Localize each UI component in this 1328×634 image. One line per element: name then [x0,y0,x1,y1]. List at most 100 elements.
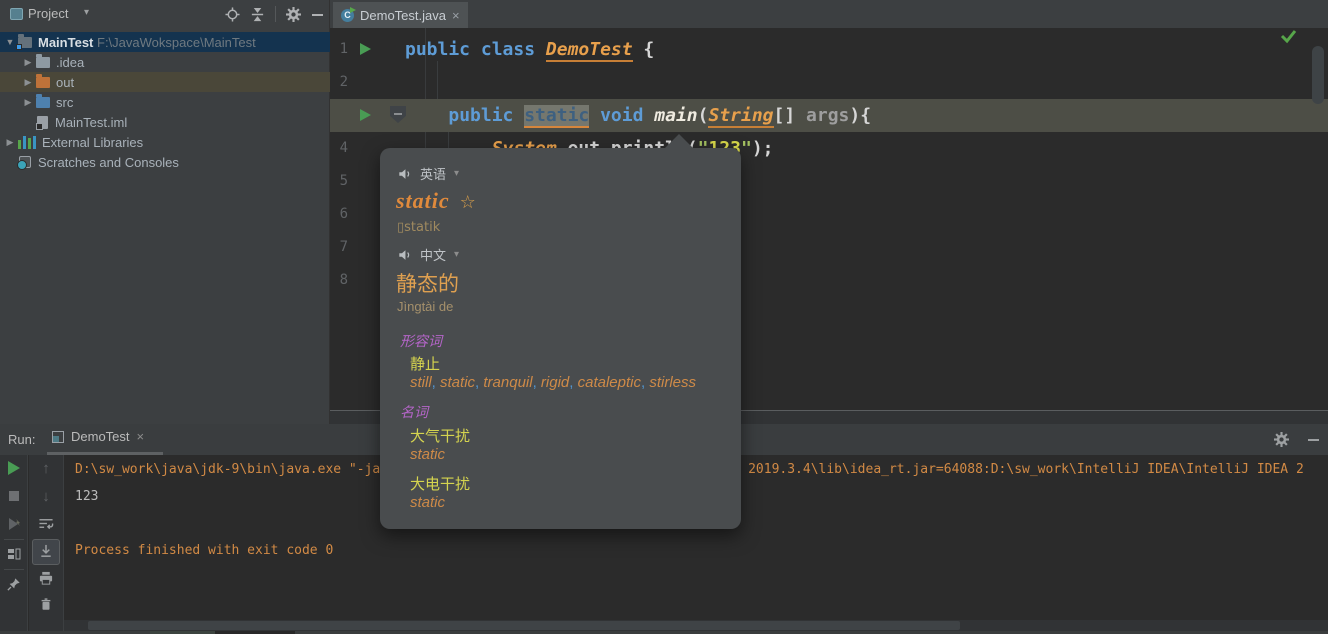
tree-item-label: out [56,75,74,90]
up-stack-trace-icon[interactable]: ↑ [42,460,50,477]
dict-entry-synonyms: still, static, tranquil, rigid, catalept… [410,374,696,391]
tree-item-label: MainTest [38,35,93,50]
translation-popup: 英语 ▾ static ☆ ▯statik 中文 ▾ 静态的 Jìngtài de… [380,148,741,529]
tree-item-label: src [56,95,73,110]
tree-item-label: MainTest.iml [55,115,127,130]
run-label: Run: [8,432,35,447]
rerun-failed-icon[interactable] [7,517,21,531]
tab-demotest-java[interactable]: C DemoTest.java × [333,2,468,28]
dict-entry-word: 大气干扰 [410,425,470,446]
tree-item-external-libraries[interactable]: ▶ External Libraries [0,132,330,152]
pin-icon[interactable] [7,577,21,591]
punctuation: { [633,39,655,60]
run-toolbar-left [0,455,28,634]
source-folder-icon [36,97,50,108]
dict-entry-word: 静止 [410,353,440,374]
scroll-to-end-icon[interactable] [39,544,54,559]
tree-item-out[interactable]: ▶ out [0,72,330,92]
line-number: 8 [334,264,348,297]
pinyin-text: Jìngtài de [397,299,453,314]
editor-scrollbar[interactable] [1312,46,1324,104]
project-panel-title[interactable]: Project [28,6,68,21]
soft-wrap-icon[interactable] [39,516,54,531]
tool-window-icon [10,8,23,20]
target-language-row[interactable]: 中文 ▾ [398,245,459,264]
close-icon[interactable]: × [137,429,145,444]
console-exit-status: Process finished with exit code 0 [75,543,333,558]
project-panel: Project ▾ ▼ MainTest F:\JavaWokspace\Mai… [0,0,330,424]
tree-item-src[interactable]: ▶ src [0,92,330,112]
ide-window: Project ▾ ▼ MainTest F:\JavaWokspace\Mai… [0,0,1328,634]
rerun-icon[interactable] [8,461,20,475]
source-language-row[interactable]: 英语 ▾ [398,164,459,183]
clear-all-icon[interactable] [39,597,53,612]
tree-item-label: .idea [56,55,84,70]
line-number: 7 [334,231,348,264]
chevron-down-icon[interactable]: ▾ [454,168,459,179]
hide-panel-icon[interactable] [1307,432,1320,447]
toolbar-divider [275,6,276,22]
close-icon[interactable]: × [452,8,460,23]
console-program-output: 123 [75,489,98,504]
translation-text: 静态的 [396,268,459,298]
print-icon[interactable] [39,571,54,586]
chevron-down-icon[interactable]: ▾ [84,7,89,18]
tree-item-scratches[interactable]: Scratches and Consoles [0,152,330,172]
speaker-icon[interactable] [398,167,412,181]
module-file-icon [37,116,48,129]
target-language-label: 中文 [420,245,446,264]
expanded-arrow-icon[interactable]: ▼ [4,37,16,47]
collapsed-arrow-icon[interactable]: ▶ [22,57,34,68]
folder-icon [36,57,50,68]
locate-icon[interactable] [225,7,240,22]
method-name: main [654,105,697,126]
tree-item-maintest-iml[interactable]: MainTest.iml [0,112,330,132]
indent-guide [437,61,438,99]
keyword: void [589,105,654,126]
gear-icon[interactable] [286,7,301,22]
collapsed-arrow-icon[interactable]: ▶ [4,137,16,148]
editor-tab-bar: C DemoTest.java × [330,0,1328,28]
tree-item-label: Scratches and Consoles [38,155,179,170]
tree-item-idea[interactable]: ▶ .idea [0,52,330,72]
run-tab-title: DemoTest [71,429,130,444]
inspections-ok-icon[interactable] [1280,28,1297,44]
project-folder-icon [18,37,32,48]
part-of-speech-adjective: 形容词 [400,331,442,351]
tree-item-label: External Libraries [42,135,143,150]
project-panel-header: Project ▾ [0,0,330,28]
line-number: 6 [334,198,348,231]
run-config-icon [52,431,64,443]
type-name: String [708,105,773,128]
run-tab-demotest[interactable]: DemoTest × [52,429,144,444]
keyword: public class [405,39,546,60]
scratches-icon [19,156,31,168]
collapse-all-icon[interactable] [250,7,265,22]
hide-panel-icon[interactable] [311,7,324,22]
dict-entry-synonyms: static [410,446,445,463]
favorite-star-icon[interactable]: ☆ [460,192,477,213]
collapsed-arrow-icon[interactable]: ▶ [22,77,34,88]
tree-item-path: F:\JavaWokspace\MainTest [93,35,255,50]
chevron-down-icon[interactable]: ▾ [454,249,459,260]
tree-item-maintest-root[interactable]: ▼ MainTest F:\JavaWokspace\MainTest [0,32,330,52]
parameter: args [806,105,849,126]
code-line-3[interactable]: public static void main(String[] args){ [330,99,1328,132]
down-stack-trace-icon[interactable]: ↓ [42,488,50,505]
console-hscroll-thumb[interactable] [88,621,960,630]
stop-icon[interactable] [9,491,19,501]
keyword: public [448,105,524,126]
speaker-icon[interactable] [398,248,412,262]
dict-entry-synonyms: static [410,494,445,511]
gear-icon[interactable] [1274,432,1289,447]
collapsed-arrow-icon[interactable]: ▶ [22,97,34,108]
phonetic-text: ▯statik [397,220,440,235]
popup-callout-arrow [664,134,694,149]
code-line-1[interactable]: public class DemoTest { [330,33,1328,66]
line-number: 5 [334,165,348,198]
run-tab-indicator [47,452,163,455]
part-of-speech-noun: 名词 [400,402,428,422]
runnable-class-icon: C [341,9,354,22]
layout-icon[interactable] [7,547,21,561]
tab-title: DemoTest.java [360,8,446,23]
